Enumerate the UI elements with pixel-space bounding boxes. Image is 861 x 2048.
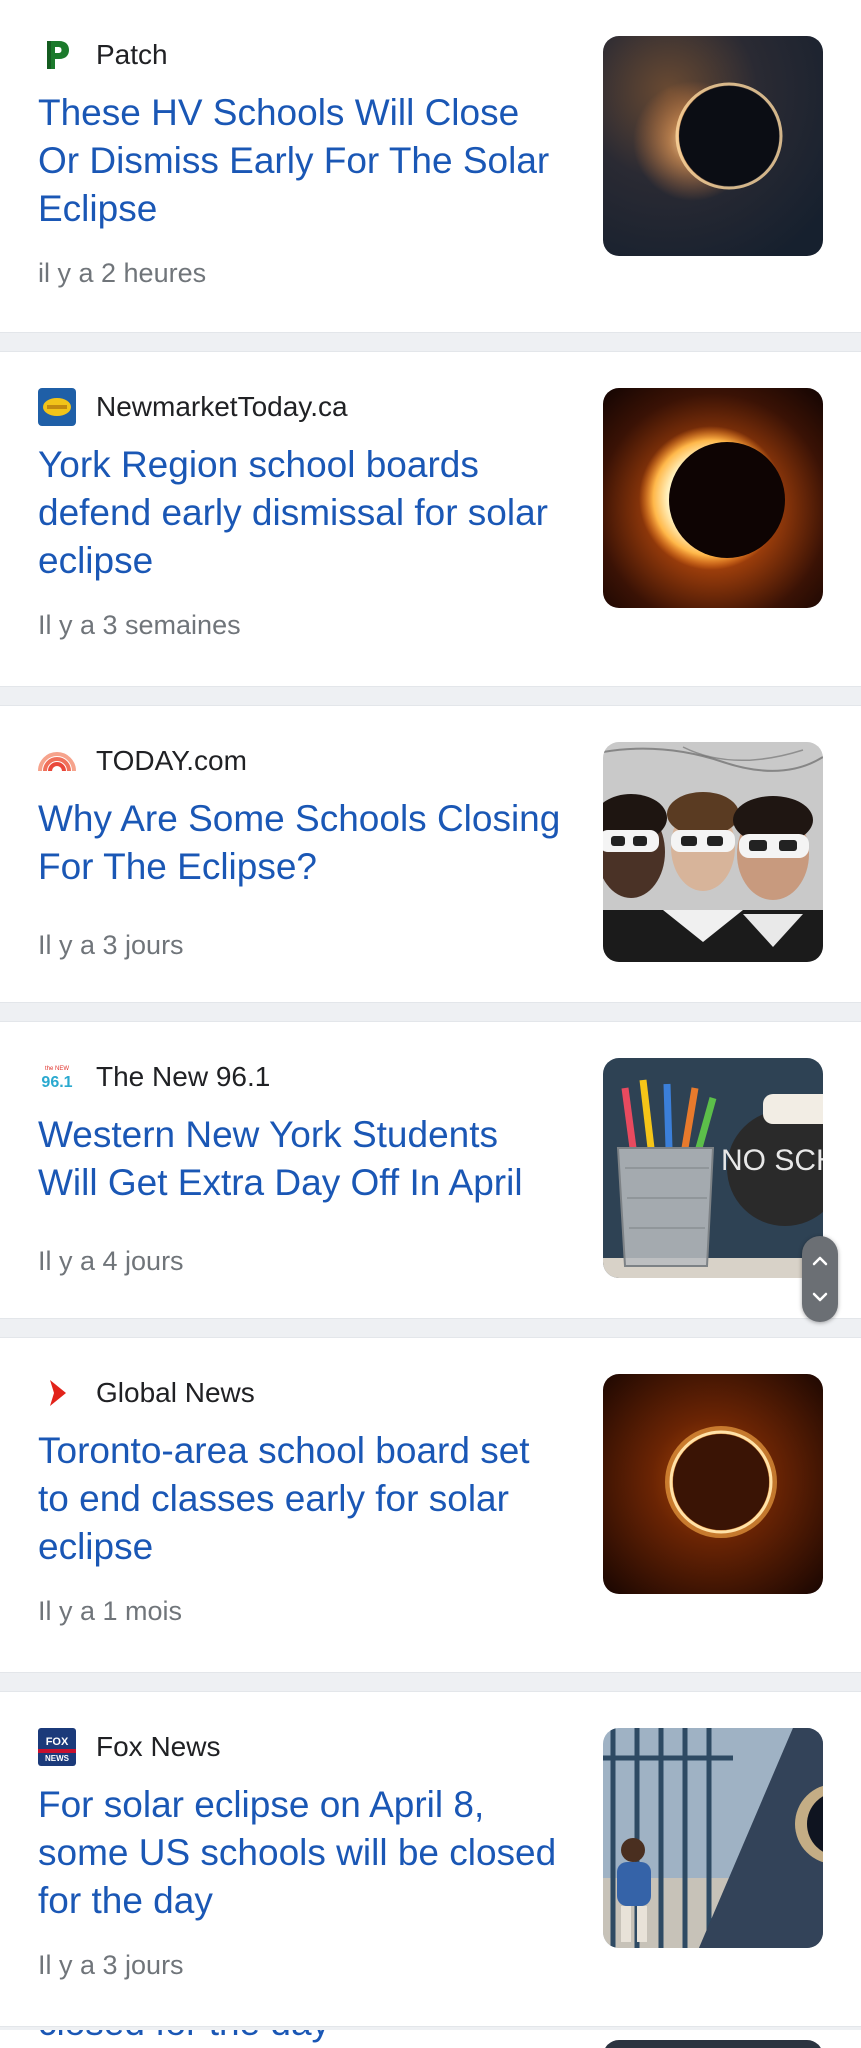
student-school-gate-eclipse-image	[603, 1728, 823, 1948]
news-timestamp: Il y a 4 jours	[38, 1246, 184, 1276]
patch-logo-icon	[38, 36, 76, 74]
news-timestamp: Il y a 3 semaines	[38, 610, 241, 640]
news-title-link[interactable]: closed for the day	[38, 2030, 330, 2044]
solar-eclipse-ring-image	[603, 36, 823, 256]
news-source: NewmarketToday.ca	[38, 388, 348, 426]
card-separator	[0, 1318, 861, 1338]
news-source-name: Patch	[96, 39, 168, 70]
news-title-link[interactable]: York Region school boards defend early d…	[38, 441, 563, 585]
solar-eclipse-orange-image	[603, 388, 823, 608]
news-title-link[interactable]: These HV Schools Will Close Or Dismiss E…	[38, 89, 563, 233]
news-source: the NEW 96.1 The New 96.1	[38, 1058, 270, 1096]
new-96-1-logo-icon: the NEW 96.1	[38, 1058, 76, 1096]
students-eclipse-glasses-image	[603, 742, 823, 962]
card-separator	[0, 332, 861, 352]
news-source-name: TODAY.com	[96, 745, 247, 776]
news-timestamp: Il y a 3 jours	[38, 930, 184, 960]
news-card[interactable]: Patch These HV Schools Will Close Or Dis…	[0, 0, 861, 332]
news-title-link[interactable]: For solar eclipse on April 8, some US sc…	[38, 1781, 563, 1925]
news-thumbnail[interactable]	[603, 2040, 823, 2048]
news-thumbnail[interactable]	[603, 388, 823, 608]
news-thumbnail[interactable]: NO SCHO	[603, 1058, 823, 1278]
news-timestamp: Il y a 3 jours	[38, 1950, 184, 1980]
news-source-name: Global News	[96, 1377, 255, 1408]
card-separator	[0, 686, 861, 706]
svg-text:NEWS: NEWS	[45, 1754, 70, 1763]
news-source-name: The New 96.1	[96, 1061, 271, 1092]
news-title-link[interactable]: Western New York Students Will Get Extra…	[38, 1111, 563, 1207]
svg-text:FOX: FOX	[46, 1736, 69, 1748]
news-source: FOX NEWS Fox News	[38, 1728, 220, 1766]
news-source: Patch	[38, 36, 168, 74]
news-source-name: Fox News	[96, 1731, 221, 1762]
svg-text:96.1: 96.1	[41, 1074, 72, 1091]
news-card-partial[interactable]: closed for the day	[0, 2030, 861, 2048]
card-separator	[0, 1672, 861, 1692]
eclipse-ring-dark-image	[603, 1374, 823, 1594]
news-timestamp: il y a 2 heures	[38, 258, 207, 288]
news-card[interactable]: Global News Toronto-area school board se…	[0, 1338, 861, 1670]
news-title-link[interactable]: Why Are Some Schools Closing For The Ecl…	[38, 795, 563, 891]
chevron-down-icon[interactable]	[802, 1280, 838, 1314]
news-card[interactable]: NewmarketToday.ca York Region school boa…	[0, 352, 861, 684]
news-thumbnail[interactable]	[603, 1728, 823, 1948]
news-source-name: NewmarketToday.ca	[96, 391, 348, 422]
news-card[interactable]: the NEW 96.1 The New 96.1 Western New Yo…	[0, 1022, 861, 1354]
svg-text:the NEW: the NEW	[45, 1066, 69, 1072]
news-thumbnail[interactable]	[603, 1374, 823, 1594]
news-timestamp: Il y a 1 mois	[38, 1596, 183, 1626]
news-thumbnail[interactable]	[603, 742, 823, 962]
news-source: TODAY.com	[38, 742, 247, 780]
no-school-pencils-image: NO SCHO	[603, 1058, 823, 1278]
fox-news-logo-icon: FOX NEWS	[38, 1728, 76, 1766]
news-source: Global News	[38, 1374, 255, 1412]
global-news-logo-icon	[38, 1374, 76, 1412]
thumbnail-caption: NO SCHO	[721, 1144, 823, 1177]
card-separator	[0, 1002, 861, 1022]
news-card[interactable]: FOX NEWS Fox News For solar eclipse on A…	[0, 1692, 861, 2024]
news-card[interactable]: TODAY.com Why Are Some Schools Closing F…	[0, 706, 861, 1038]
chevron-up-icon[interactable]	[802, 1244, 838, 1278]
newmarkettoday-logo-icon	[38, 388, 76, 426]
news-thumbnail[interactable]	[603, 36, 823, 256]
fast-scroll-control[interactable]	[802, 1236, 838, 1322]
today-rainbow-logo-icon	[38, 742, 76, 780]
news-title-link[interactable]: Toronto-area school board set to end cla…	[38, 1427, 563, 1571]
